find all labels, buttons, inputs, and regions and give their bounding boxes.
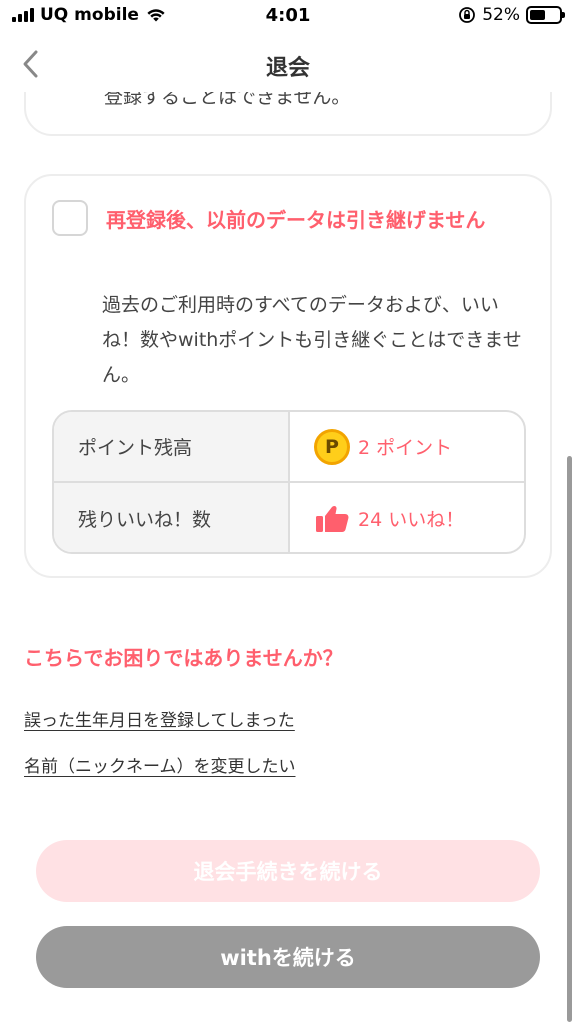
points-value: 2 ポイント	[358, 437, 453, 459]
likes-value: 24 いいね！	[358, 509, 465, 531]
leave-continue-button[interactable]: 退会手続きを続ける	[36, 840, 540, 902]
card-heading: 再登録後、以前のデータは引き継げません	[106, 208, 486, 232]
battery-level	[530, 10, 545, 20]
thumbs-up-icon	[316, 505, 349, 532]
scrollbar[interactable]	[567, 456, 572, 1022]
help-link-birthdate[interactable]: 誤った生年月日を登録してしまった	[24, 706, 295, 731]
battery-percent: 52%	[482, 5, 520, 25]
likes-value-cell: 24 いいね！	[290, 483, 524, 552]
page-title: 退会	[265, 56, 310, 81]
status-right: 52%	[458, 5, 565, 25]
status-bar: UQ mobile 4:01 52%	[0, 0, 576, 36]
orientation-lock-icon	[459, 7, 476, 23]
keep-using-button[interactable]: withを続ける	[36, 926, 540, 988]
data-transfer-card: 再登録後、以前のデータは引き継げません 過去のご利用時のすべてのデータおよび、い…	[24, 174, 552, 578]
help-link-nickname[interactable]: 名前（ニックネーム）を変更したい	[24, 752, 296, 777]
table-row-points: ポイント残高 P 2 ポイント	[54, 412, 524, 483]
info-table: ポイント残高 P 2 ポイント 残りいいね！数 24 いいね！	[52, 410, 526, 554]
battery-icon	[526, 6, 565, 24]
likes-label: 残りいいね！数	[54, 483, 290, 552]
points-value-cell: P 2 ポイント	[290, 412, 524, 481]
card-description: 過去のご利用時のすべてのデータおよび、いいね！数やwithポイントも引き継ぐこと…	[102, 294, 522, 386]
coin-icon: P	[314, 428, 350, 465]
table-row-likes: 残りいいね！数 24 いいね！	[54, 483, 524, 552]
points-label: ポイント残高	[54, 412, 290, 481]
nav-bar: 退会	[0, 36, 576, 92]
help-title: こちらでお困りではありませんか？	[24, 646, 343, 670]
